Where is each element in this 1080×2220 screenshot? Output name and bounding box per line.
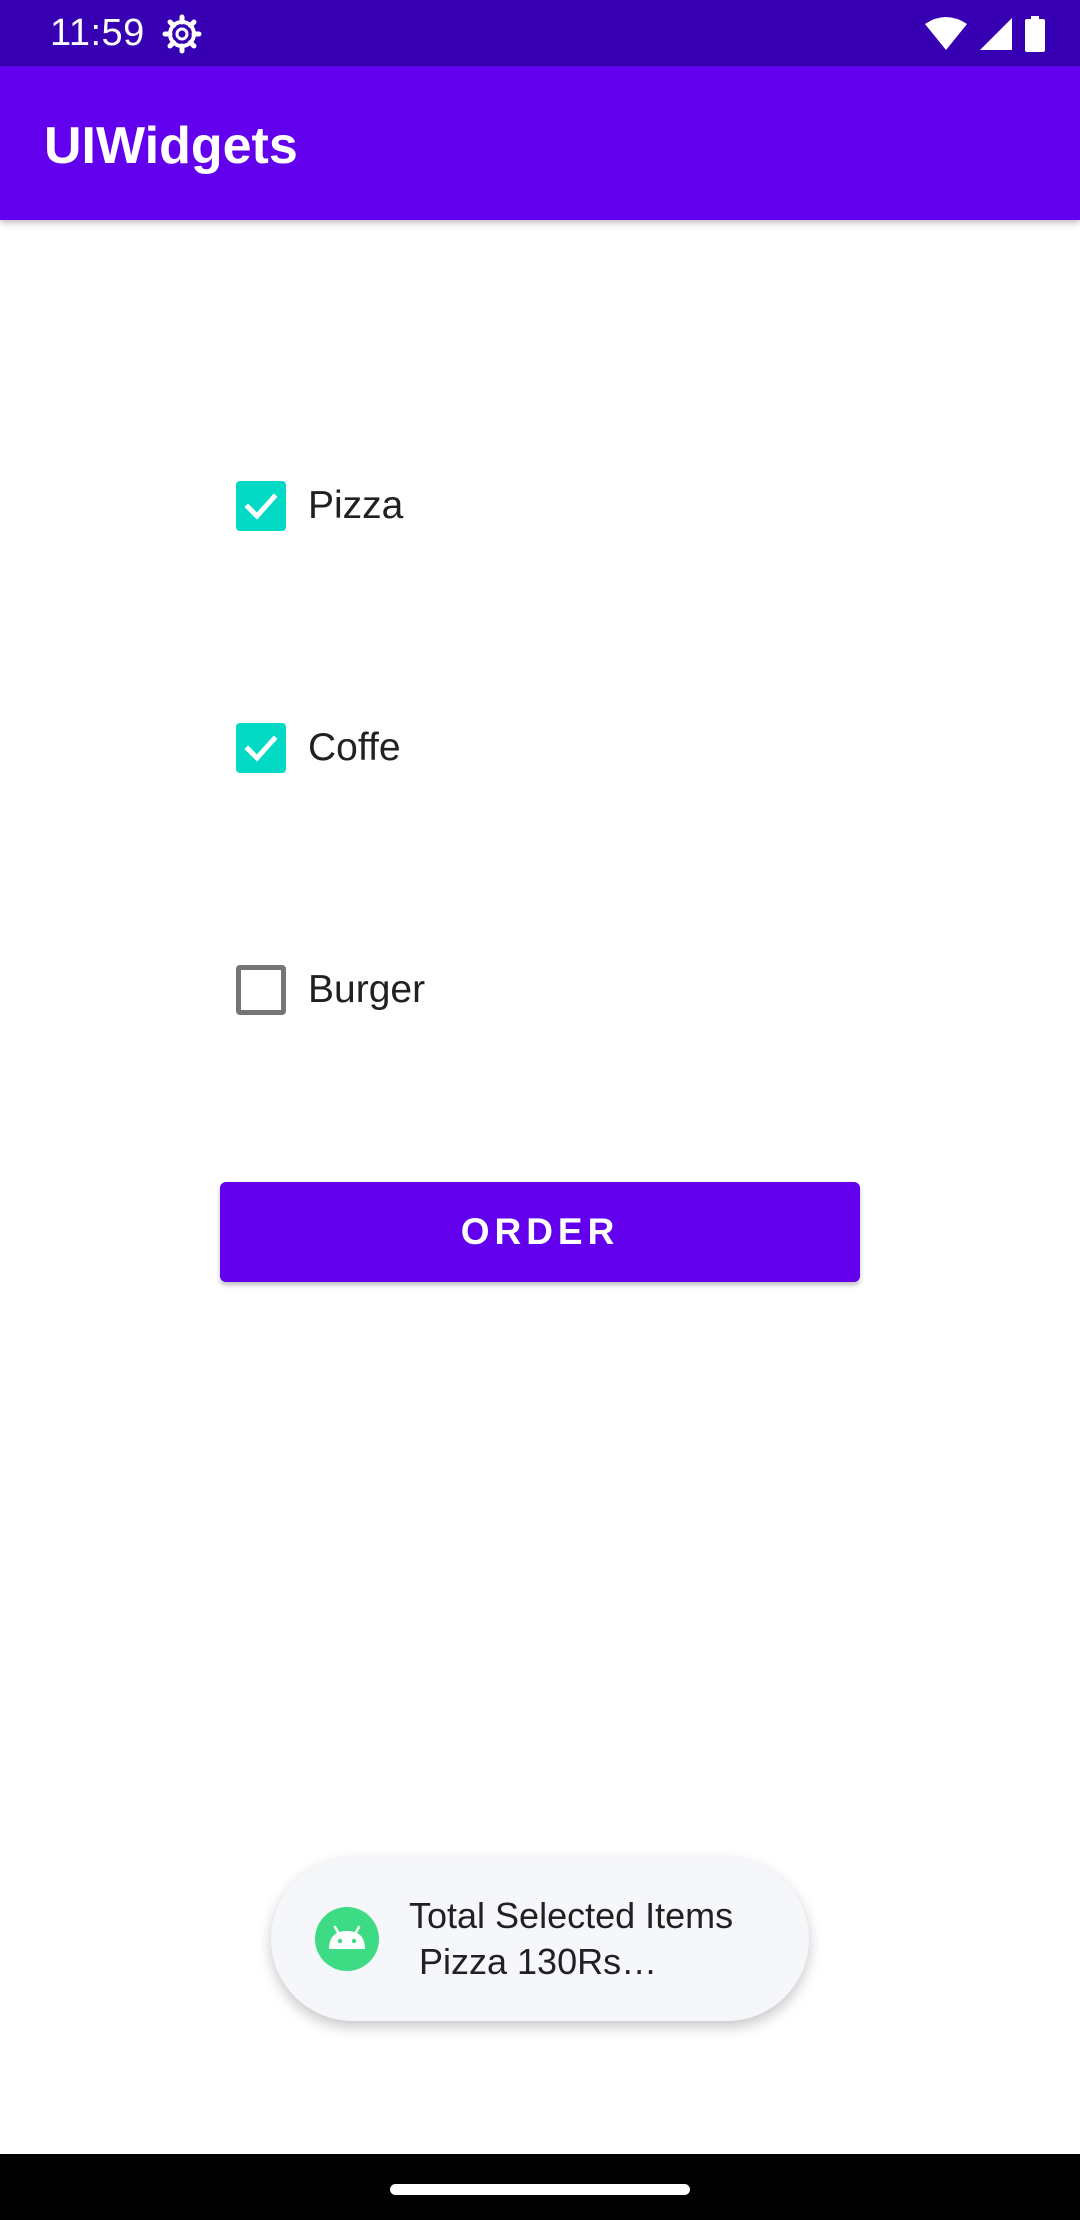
screen: 11:59 UIWidgets Pizza Coffe Burger ORDER…: [0, 0, 1080, 2220]
navigation-bar: [0, 2154, 1080, 2220]
burger-label: Burger: [308, 968, 426, 1011]
pizza-label: Pizza: [308, 484, 404, 527]
status-bar: 11:59: [0, 0, 1080, 66]
toast-line-1: Total Selected Items: [409, 1895, 734, 1936]
toast-text: Total Selected Items Pizza 130Rs…: [409, 1893, 733, 1985]
check-icon: [244, 735, 278, 762]
burger-checkbox[interactable]: [236, 965, 286, 1015]
android-icon: [315, 1907, 379, 1971]
app-bar: UIWidgets: [0, 66, 1080, 220]
order-button[interactable]: ORDER: [220, 1182, 860, 1282]
toast-line-2: Pizza 130Rs…: [409, 1941, 658, 1982]
home-gesture-handle[interactable]: [390, 2184, 690, 2195]
cell-signal-icon: [980, 18, 1012, 50]
status-time: 11:59: [50, 12, 145, 54]
coffe-label: Coffe: [308, 726, 401, 769]
settings-gear-icon: [162, 14, 202, 54]
pizza-checkbox[interactable]: [236, 481, 286, 531]
battery-icon: [1025, 16, 1045, 52]
toast-message: Total Selected Items Pizza 130Rs…: [271, 1857, 809, 2021]
checkbox-row-coffe[interactable]: Coffe: [236, 718, 401, 778]
status-icons: [924, 14, 1046, 54]
app-title: UIWidgets: [44, 117, 298, 175]
coffe-checkbox[interactable]: [236, 723, 286, 773]
checkbox-row-burger[interactable]: Burger: [236, 960, 425, 1020]
checkbox-row-pizza[interactable]: Pizza: [236, 476, 403, 536]
check-icon: [244, 493, 278, 520]
wifi-icon: [925, 17, 967, 50]
